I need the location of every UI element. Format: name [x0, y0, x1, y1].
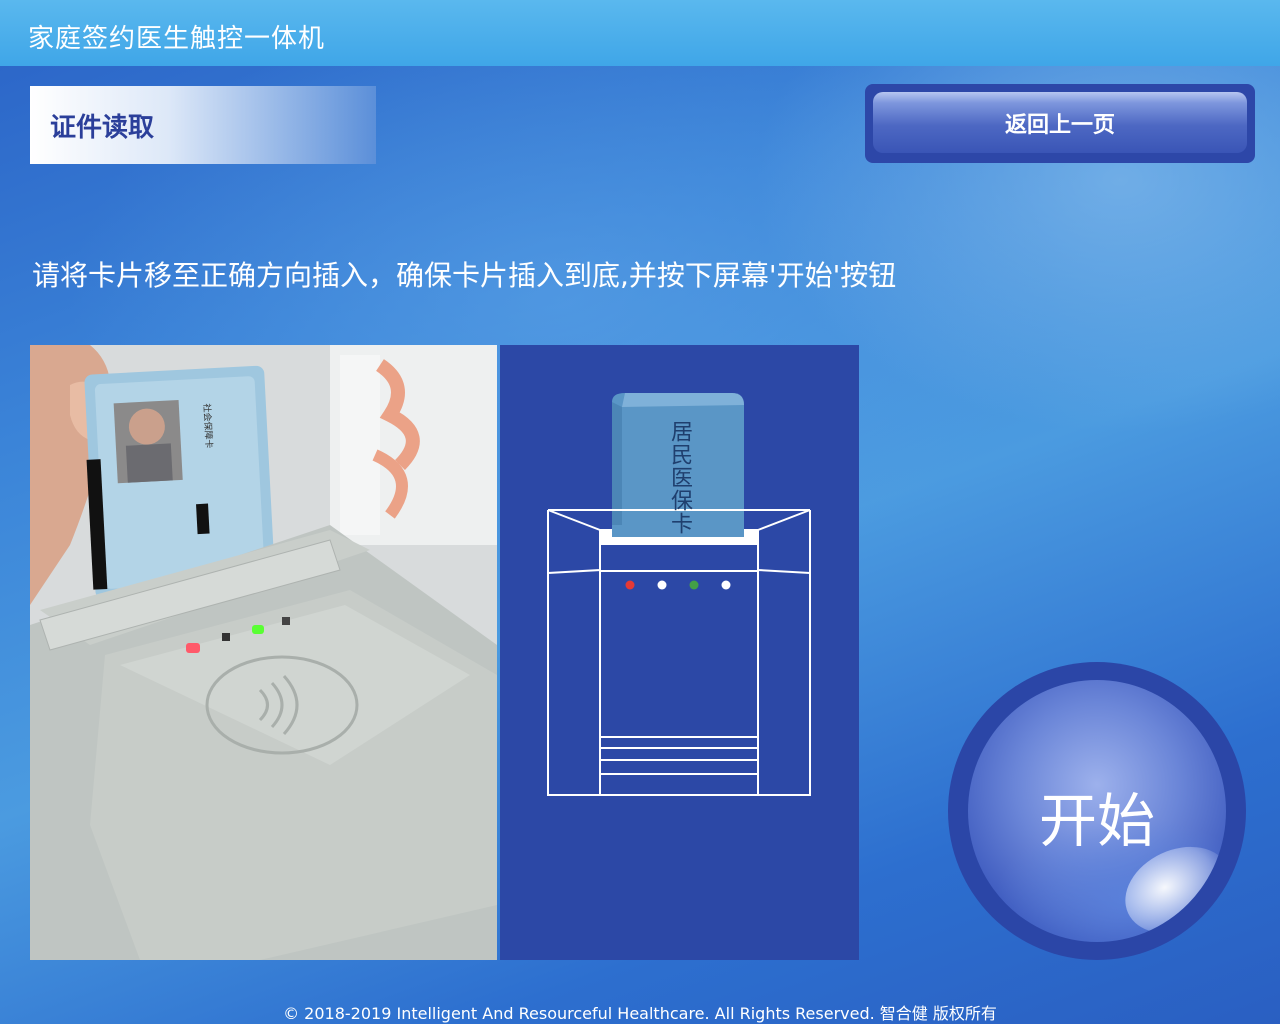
title-bar: 家庭签约医生触控一体机 [0, 0, 1280, 66]
section-title: 证件读取 [50, 112, 155, 143]
card-insert-photo: 社会保障卡 [30, 345, 497, 960]
instruction-text: 请将卡片移至正确方向插入，确保卡片插入到底,并按下屏幕'开始'按钮 [32, 259, 897, 292]
card-insert-diagram: 居民医保卡 [500, 345, 859, 960]
section-label: 证件读取 [30, 86, 376, 164]
app-title: 家庭签约医生触控一体机 [28, 24, 326, 54]
footer-copyright: © 2018-2019 Intelligent And Resourceful … [283, 1004, 997, 1023]
start-button[interactable]: 开始 [948, 662, 1246, 960]
card-label: 居民医保卡 [667, 420, 692, 535]
back-button[interactable]: 返回上一页 [865, 84, 1255, 163]
start-button-label: 开始 [1038, 787, 1155, 855]
card-insert-photo-illustration: 社会保障卡 [30, 345, 497, 960]
back-button-face[interactable]: 返回上一页 [873, 92, 1247, 153]
back-button-label: 返回上一页 [1004, 112, 1115, 138]
